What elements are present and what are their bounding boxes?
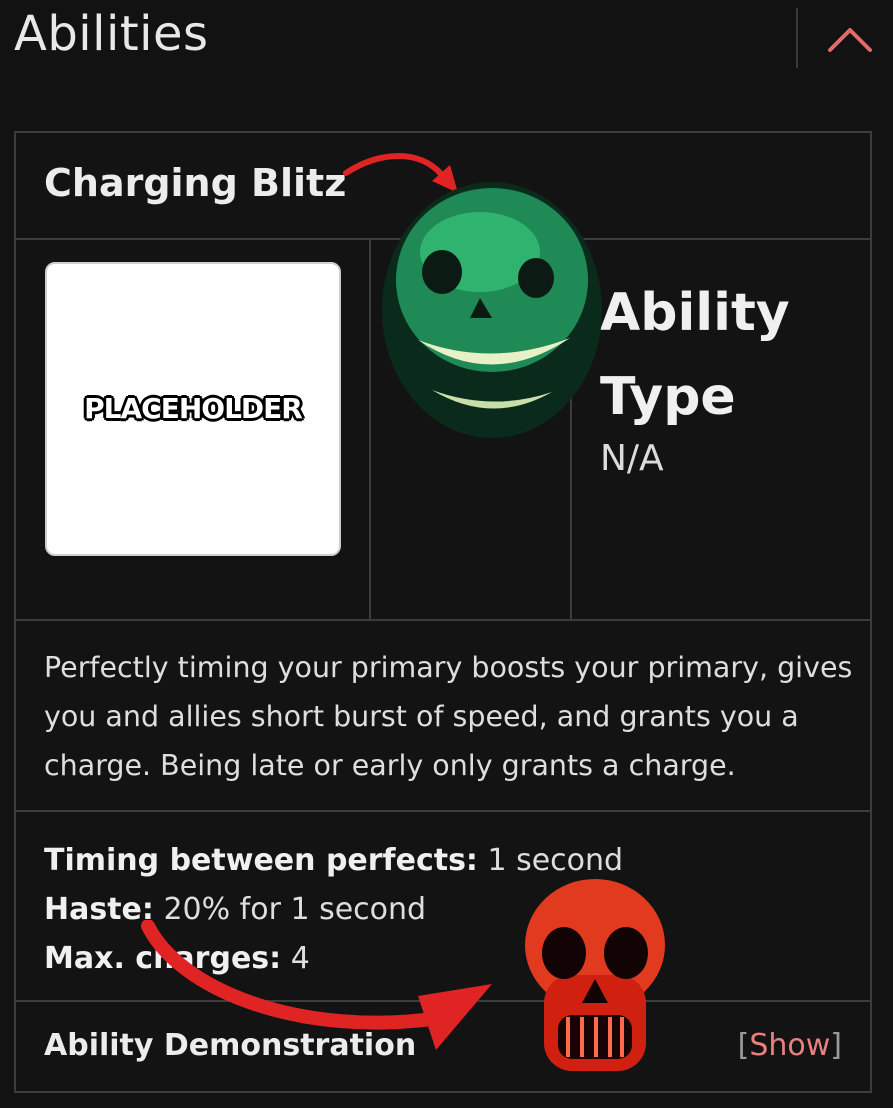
ability-type-heading-line2: Type bbox=[600, 367, 736, 427]
placeholder-label: PLACEHOLDER bbox=[84, 392, 303, 425]
collapse-button[interactable] bbox=[818, 14, 882, 64]
chevron-up-icon bbox=[828, 28, 872, 52]
row-divider bbox=[16, 810, 870, 812]
ability-image: PLACEHOLDER bbox=[45, 262, 341, 556]
row-divider bbox=[16, 619, 870, 621]
red-skull-icon bbox=[525, 879, 665, 1071]
show-link-label: Show bbox=[749, 1028, 831, 1063]
green-grinning-face-icon bbox=[382, 182, 602, 438]
column-divider bbox=[369, 238, 371, 619]
abilities-header: Abilities bbox=[0, 0, 893, 90]
show-bracket-open: [ bbox=[737, 1028, 750, 1063]
ability-type-heading: Ability Type bbox=[600, 271, 850, 439]
stat-label: Timing between perfects: bbox=[44, 843, 478, 878]
stat-label: Haste: bbox=[44, 892, 154, 927]
header-divider bbox=[796, 8, 798, 68]
show-bracket-close: ] bbox=[830, 1028, 842, 1063]
ability-type-heading-line1: Ability bbox=[600, 283, 790, 343]
ability-name: Charging Blitz bbox=[44, 161, 347, 205]
page-title: Abilities bbox=[14, 6, 209, 62]
show-demonstration-link[interactable]: [Show] bbox=[738, 1028, 842, 1063]
ability-description: Perfectly timing your primary boosts you… bbox=[44, 651, 853, 782]
curved-arrow-icon bbox=[141, 920, 492, 1050]
stat-value: 1 second bbox=[477, 843, 624, 878]
